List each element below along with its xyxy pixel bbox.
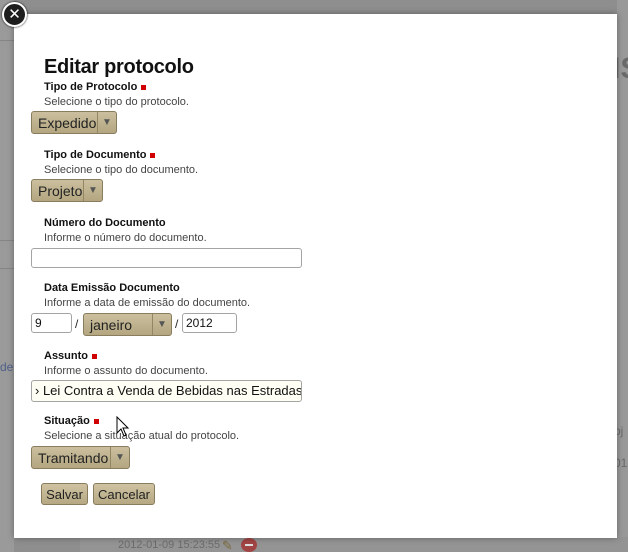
numero-documento-label: Número do Documento bbox=[44, 217, 166, 229]
tipo-protocolo-hint: Selecione o tipo do protocolo. bbox=[44, 96, 189, 108]
tipo-documento-label: Tipo de Documento bbox=[44, 149, 156, 161]
situacao-hint: Selecione a situação atual do protocolo. bbox=[44, 430, 240, 442]
assunto-hint: Informe o assunto do documento. bbox=[44, 365, 208, 377]
background-link[interactable]: de bbox=[0, 360, 13, 374]
tipo-documento-label-text: Tipo de Documento bbox=[44, 149, 147, 161]
required-marker-icon bbox=[92, 353, 97, 359]
month-value: janeiro bbox=[90, 316, 133, 333]
background-left-strip bbox=[0, 0, 14, 552]
cancel-button[interactable]: Cancelar bbox=[93, 483, 155, 505]
data-emissao-label: Data Emissão Documento bbox=[44, 282, 180, 294]
delete-icon bbox=[241, 538, 257, 552]
dialog-title: Editar protocolo bbox=[44, 56, 194, 78]
assunto-label: Assunto bbox=[44, 350, 97, 362]
required-marker-icon bbox=[93, 418, 99, 424]
numero-documento-input[interactable] bbox=[31, 248, 302, 268]
numero-documento-hint: Informe o número do documento. bbox=[44, 232, 207, 244]
data-emissao-hint: Informe a data de emissão do documento. bbox=[44, 297, 251, 309]
tipo-protocolo-label-text: Tipo de Protocolo bbox=[44, 81, 138, 93]
dropdown-arrow-icon: ▼ bbox=[97, 112, 116, 133]
date-separator: / bbox=[75, 317, 79, 331]
required-marker-icon bbox=[141, 84, 147, 90]
dropdown-arrow-icon: ▼ bbox=[83, 180, 102, 201]
situacao-label-text: Situação bbox=[44, 415, 90, 427]
background-divider bbox=[0, 240, 14, 241]
date-separator: / bbox=[175, 317, 179, 331]
tipo-documento-value: Projeto bbox=[38, 182, 83, 199]
close-icon[interactable]: ✕ bbox=[2, 2, 27, 27]
tipo-protocolo-select[interactable]: Expedido ▼ bbox=[31, 111, 117, 134]
situacao-select[interactable]: Tramitando ▼ bbox=[31, 446, 130, 469]
dropdown-arrow-icon: ▼ bbox=[152, 314, 171, 335]
tipo-protocolo-label: Tipo de Protocolo bbox=[44, 81, 147, 93]
tipo-protocolo-value: Expedido bbox=[38, 114, 97, 131]
background-divider bbox=[0, 268, 14, 269]
required-marker-icon bbox=[150, 152, 156, 158]
tipo-documento-select[interactable]: Projeto ▼ bbox=[31, 179, 103, 202]
situacao-value: Tramitando bbox=[38, 449, 109, 466]
pencil-icon: ✎ bbox=[222, 538, 233, 552]
tipo-documento-hint: Selecione o tipo do documento. bbox=[44, 164, 199, 176]
edit-protocol-dialog: Editar protocolo Tipo de Protocolo Selec… bbox=[14, 14, 617, 538]
year-input[interactable]: 2012 bbox=[182, 313, 237, 333]
mouse-cursor-icon bbox=[116, 416, 130, 437]
situacao-label: Situação bbox=[44, 415, 99, 427]
background-date: 2012-01-09 15:23:55 bbox=[118, 539, 221, 551]
save-button[interactable]: Salvar bbox=[41, 483, 88, 505]
day-input[interactable]: 9 bbox=[31, 313, 72, 333]
dropdown-arrow-icon: ▼ bbox=[110, 447, 129, 468]
assunto-input[interactable]: › Lei Contra a Venda de Bebidas nas Estr… bbox=[31, 380, 302, 402]
month-select[interactable]: janeiro ▼ bbox=[83, 313, 172, 336]
assunto-label-text: Assunto bbox=[44, 350, 88, 362]
